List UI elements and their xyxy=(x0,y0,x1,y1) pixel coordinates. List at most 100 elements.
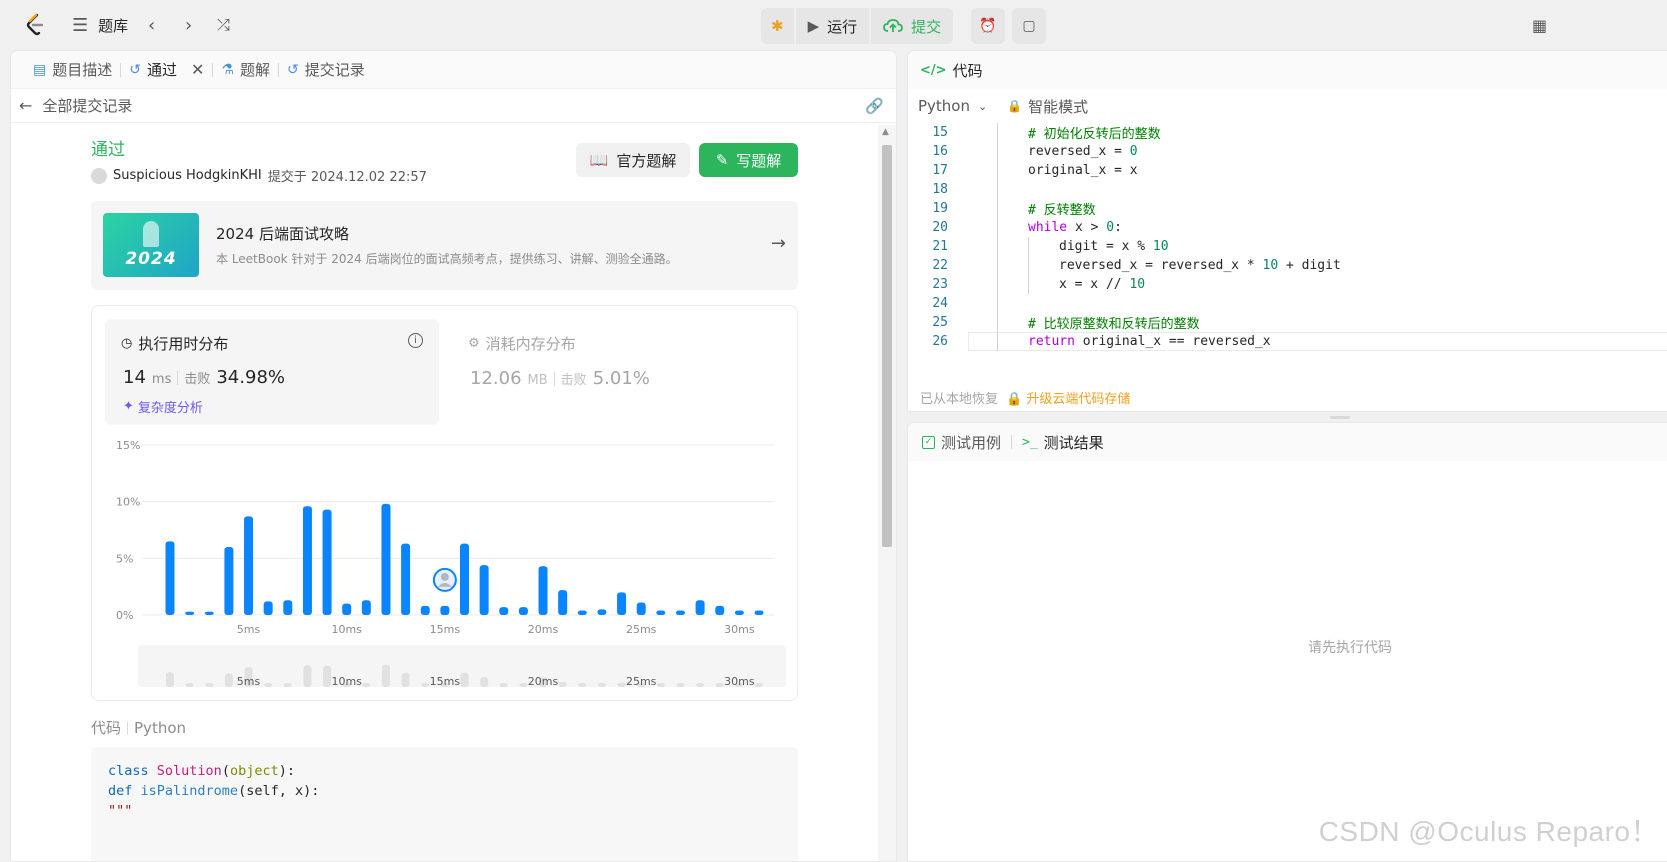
memory-tab[interactable]: ⚙ 消耗内存分布 xyxy=(468,333,576,354)
chart-bar[interactable] xyxy=(361,600,371,615)
editor-line[interactable]: 26 return original_x == reversed_x xyxy=(908,332,1667,351)
overview-tick-label: 20ms xyxy=(528,675,559,688)
runtime-box[interactable]: ◷ 执行用时分布 i 14 ms 击败 34.98% ✦ 复杂度分析 xyxy=(105,319,439,425)
runtime-distribution-chart[interactable]: 0% 5% 10% 15% 5ms 10ms 15ms 20ms 25ms 30ms 5ms 10ms… xyxy=(92,431,798,701)
distribution-card: ◷ 执行用时分布 i 14 ms 击败 34.98% ✦ 复杂度分析 ⚙ 消耗内… xyxy=(91,305,798,701)
scroll-thumb[interactable] xyxy=(882,145,892,547)
editor-line[interactable]: 19 # 反转整数 xyxy=(908,199,1667,218)
avatar[interactable] xyxy=(91,167,107,184)
shuffle-icon[interactable]: ⤮ xyxy=(217,13,230,37)
leetbook-card[interactable]: 2024 2024 后端面试攻略 本 LeetBook 针对于 2024 后端岗… xyxy=(91,201,798,290)
editor-line[interactable]: 15 # 初始化反转后的整数 xyxy=(908,123,1667,142)
x-tick-label: 15ms xyxy=(430,623,461,636)
divider xyxy=(553,371,555,386)
scrollbar[interactable]: ▲ xyxy=(878,125,896,861)
editor-line[interactable]: 24 xyxy=(908,294,1667,313)
code-line: class Solution(object): xyxy=(108,763,295,779)
chart-bar[interactable] xyxy=(165,541,175,615)
chart-bar[interactable] xyxy=(479,565,489,615)
chart-bar[interactable] xyxy=(734,610,744,615)
chart-bar[interactable] xyxy=(499,607,509,615)
user-name[interactable]: Suspicious HodgkinKHI xyxy=(113,168,262,183)
submit-button[interactable]: 提交 xyxy=(871,8,953,44)
close-icon[interactable]: ✕ xyxy=(191,60,204,79)
prev-problem-icon[interactable]: ‹ xyxy=(148,13,155,37)
avatar-head xyxy=(440,572,449,581)
chart-bar[interactable] xyxy=(342,603,352,615)
chart-bar[interactable] xyxy=(695,600,705,615)
left-panel: ▤ 题目描述 ↺ 通过 ✕ ⚗ 题解 ↺ 提交记录 ← 全部提交记录 🔗 ▲ 通… xyxy=(10,50,897,862)
editor-line[interactable]: 20 while x > 0: xyxy=(908,218,1667,237)
chart-bar[interactable] xyxy=(283,600,293,615)
tab-test-result[interactable]: >_ 测试结果 xyxy=(1022,432,1104,453)
code-editor[interactable]: 15 # 初始化反转后的整数 16 reversed_x = 0 17 original_… xyxy=(908,123,1667,351)
next-problem-icon[interactable]: › xyxy=(185,13,192,37)
chart-bar[interactable] xyxy=(577,610,587,615)
clock-icon: ◷ xyxy=(121,336,133,351)
editor-line[interactable]: 17 original_x = x xyxy=(908,161,1667,180)
notes-button[interactable]: ▢ xyxy=(1012,8,1046,44)
complexity-analysis-link[interactable]: ✦ 复杂度分析 xyxy=(123,397,203,416)
editor-line[interactable]: 18 xyxy=(908,180,1667,199)
editor-line[interactable]: 16 reversed_x = 0 xyxy=(908,142,1667,161)
chart-bar[interactable] xyxy=(617,592,627,615)
editor-line[interactable]: 23 x = x // 10 xyxy=(908,275,1667,294)
editor-line[interactable]: 22 reversed_x = reversed_x * 10 + digit xyxy=(908,256,1667,275)
official-solution-button[interactable]: 📖 官方题解 xyxy=(576,143,690,177)
link-icon[interactable]: 🔗 xyxy=(865,97,884,115)
upgrade-storage-link[interactable]: 🔒 升级云端代码存储 xyxy=(1006,388,1130,407)
write-solution-button[interactable]: ✎ 写题解 xyxy=(699,143,798,177)
timer-button[interactable]: ⏰ xyxy=(971,8,1005,44)
code-text: return original_x == reversed_x xyxy=(1028,334,1271,349)
chart-bar[interactable] xyxy=(715,605,725,615)
smart-mode-toggle[interactable]: 智能模式 xyxy=(1028,96,1088,117)
editor-tab-label[interactable]: 代码 xyxy=(953,60,983,81)
chart-bar[interactable] xyxy=(440,605,450,615)
chart-bar[interactable] xyxy=(302,506,312,615)
memory-beats-label: 击败 xyxy=(560,373,587,388)
x-tick-label: 25ms xyxy=(626,623,657,636)
chart-bar[interactable] xyxy=(460,543,469,615)
editor-line[interactable]: 21 digit = x % 10 xyxy=(908,237,1667,256)
editor-line[interactable]: 25 # 比较原整数和反转后的整数 xyxy=(908,313,1667,332)
chart-bar[interactable] xyxy=(558,590,568,615)
overview-bar xyxy=(578,683,587,687)
chart-bar[interactable] xyxy=(675,610,685,615)
chart-bar[interactable] xyxy=(224,547,234,615)
watermark: CSDN @Oculus Reparo！ xyxy=(1318,816,1659,847)
chart-bar[interactable] xyxy=(263,601,273,615)
leetcode-logo[interactable] xyxy=(22,12,48,38)
scroll-up-icon[interactable]: ▲ xyxy=(882,127,889,137)
info-icon[interactable]: i xyxy=(408,333,423,348)
chart-bar[interactable] xyxy=(185,611,195,615)
chevron-down-icon[interactable]: ⌄ xyxy=(978,100,987,113)
tab-test-result-label: 测试结果 xyxy=(1043,433,1104,452)
overview-bar xyxy=(558,682,567,687)
chart-bar[interactable] xyxy=(322,509,332,615)
code-icon: </> xyxy=(920,62,947,78)
chart-bar[interactable] xyxy=(244,516,254,615)
chart-bar[interactable] xyxy=(636,602,646,615)
problem-bank-button[interactable]: ☰ 题库 xyxy=(72,13,128,37)
layout-icon[interactable]: ▦ xyxy=(1532,13,1547,37)
tab-testcase[interactable]: ✓ 测试用例 xyxy=(922,432,1001,453)
tab-accepted[interactable]: ↺ 通过 ✕ xyxy=(121,59,212,80)
chart-bar[interactable] xyxy=(204,611,214,615)
panel-resize-handle[interactable] xyxy=(1330,416,1350,419)
runtime-beats-label: 击败 xyxy=(184,372,211,387)
language-select[interactable]: Python xyxy=(918,97,970,115)
debug-button[interactable]: ✱ xyxy=(761,8,794,44)
back-to-submissions[interactable]: ← 全部提交记录 🔗 xyxy=(11,89,896,123)
chart-bar[interactable] xyxy=(538,566,548,615)
run-button[interactable]: ▶ 运行 xyxy=(796,8,870,44)
chart-bar[interactable] xyxy=(420,605,430,615)
chart-bar[interactable] xyxy=(401,543,411,615)
chart-bar[interactable] xyxy=(518,607,528,615)
tab-solutions[interactable]: ⚗ 题解 xyxy=(213,59,278,80)
chart-bar[interactable] xyxy=(381,503,391,615)
chart-bar[interactable] xyxy=(597,609,607,615)
tab-description[interactable]: ▤ 题目描述 xyxy=(25,59,120,80)
tab-submissions[interactable]: ↺ 提交记录 xyxy=(279,59,373,80)
chart-bar[interactable] xyxy=(656,610,666,615)
chart-bar[interactable] xyxy=(754,610,764,615)
